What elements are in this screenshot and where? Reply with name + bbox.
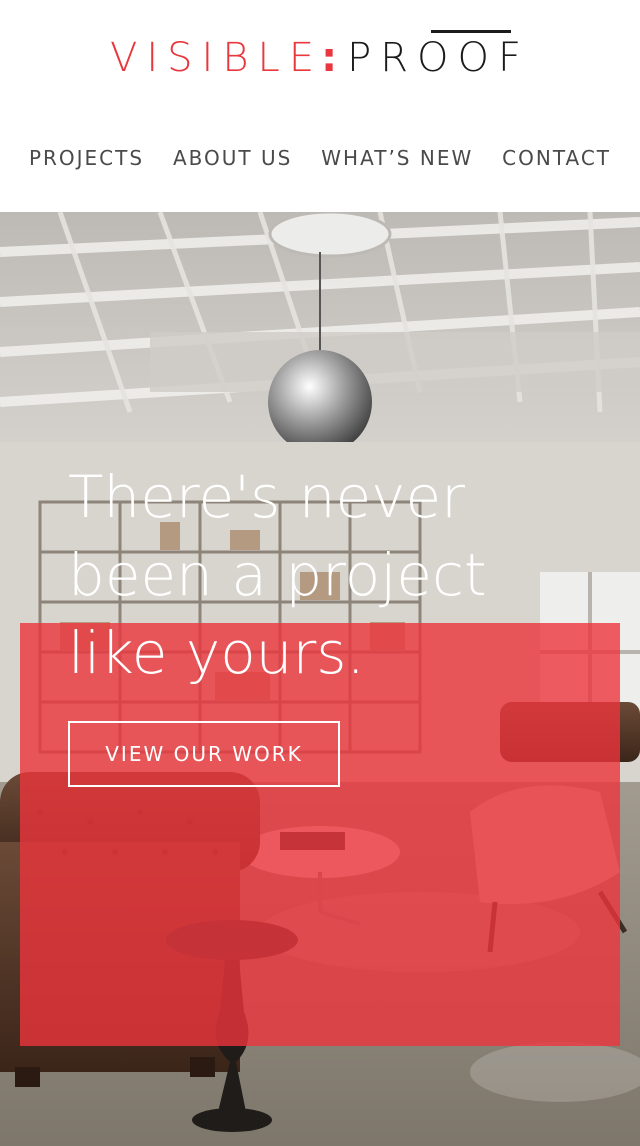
logo-separator: : <box>321 35 338 81</box>
nav-item-whats-new[interactable]: WHAT’S NEW <box>321 146 473 170</box>
page: VISIBLE : PROOF PROJECTS ABOUT US WHAT’S… <box>0 0 640 1146</box>
site-header: VISIBLE : PROOF PROJECTS ABOUT US WHAT’S… <box>0 0 640 212</box>
nav-item-projects[interactable]: PROJECTS <box>29 146 144 170</box>
logo-text-proof-label: PROOF <box>347 35 530 81</box>
logo-overbar <box>431 30 512 33</box>
logo-text-visible: VISIBLE <box>110 35 324 81</box>
logo-text-proof: PROOF <box>347 30 530 81</box>
nav-item-contact[interactable]: CONTACT <box>502 146 611 170</box>
main-nav: PROJECTS ABOUT US WHAT’S NEW CONTACT <box>0 143 640 173</box>
view-our-work-button[interactable]: VIEW OUR WORK <box>68 721 340 787</box>
hero-headline: There's never been a project like yours. <box>68 463 487 687</box>
nav-item-about-us[interactable]: ABOUT US <box>173 146 292 170</box>
site-logo[interactable]: VISIBLE : PROOF <box>0 30 640 81</box>
